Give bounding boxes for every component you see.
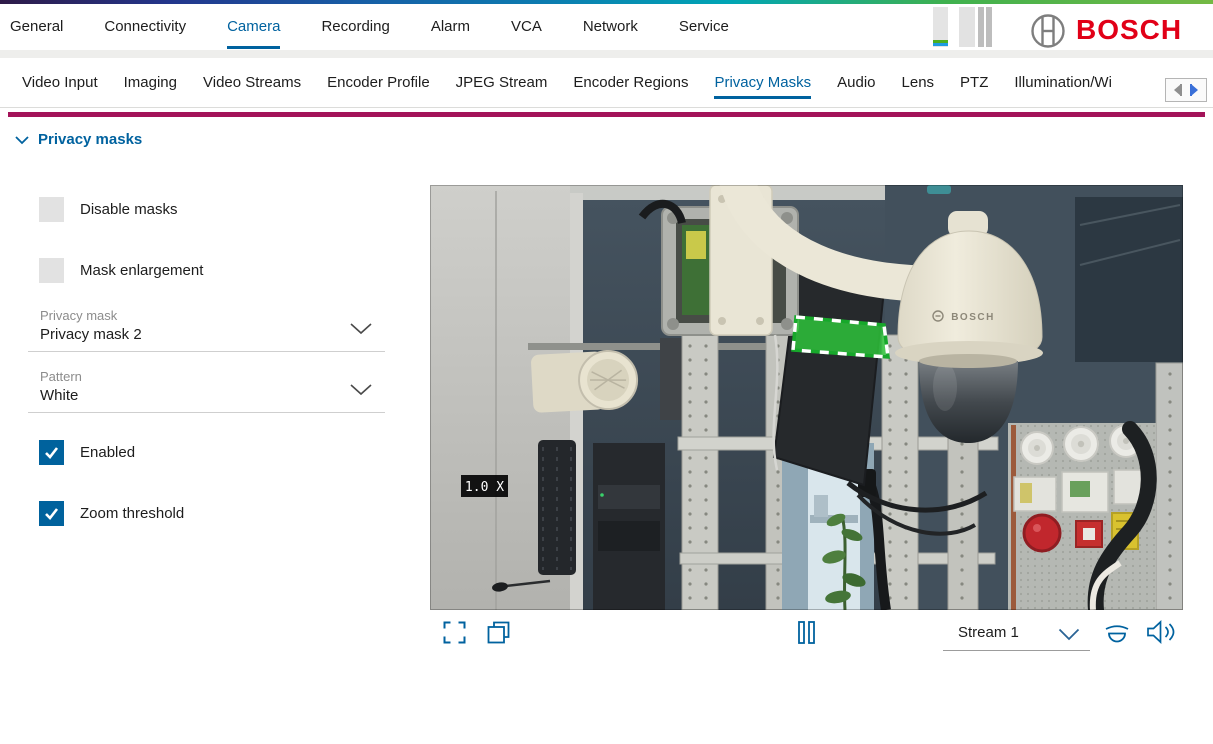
- mask-enlargement-label: Mask enlargement: [80, 262, 203, 279]
- load-bar-4: [986, 7, 992, 47]
- enabled-checkbox[interactable]: [39, 440, 64, 465]
- video-canvas[interactable]: BOSCH 1.0 X: [430, 185, 1183, 610]
- pattern-select-label: Pattern: [40, 369, 385, 384]
- top-nav-network[interactable]: Network: [583, 4, 638, 50]
- bosch-camera-config-page: General Connectivity Camera Recording Al…: [0, 0, 1213, 744]
- tab-scroll-right-icon[interactable]: [1189, 83, 1201, 97]
- zoom-threshold-row: Zoom threshold: [39, 501, 184, 526]
- tab-encoder-profile[interactable]: Encoder Profile: [327, 58, 430, 108]
- load-bar-active: [933, 7, 948, 47]
- section-accent-rule: [8, 112, 1205, 117]
- tab-ptz[interactable]: PTZ: [960, 58, 988, 108]
- header-divider: [0, 50, 1213, 58]
- top-nav-camera[interactable]: Camera: [227, 4, 280, 50]
- dome-camera-icon[interactable]: [1103, 623, 1131, 644]
- chevron-down-icon: [349, 322, 373, 336]
- tab-jpeg-stream[interactable]: JPEG Stream: [456, 58, 548, 108]
- tab-video-streams[interactable]: Video Streams: [203, 58, 301, 108]
- privacy-mask-select-label: Privacy mask: [40, 308, 385, 323]
- top-nav-recording[interactable]: Recording: [321, 4, 389, 50]
- tab-scroller: [1165, 78, 1207, 102]
- camera-brand-label: BOSCH: [951, 312, 995, 323]
- bosch-anchor-logo-icon: [1030, 13, 1066, 49]
- checkmark-icon: [43, 506, 60, 521]
- mask-enlargement-checkbox[interactable]: [39, 258, 64, 283]
- subnav-tabs: Video Input Imaging Video Streams Encode…: [22, 58, 1162, 108]
- tab-encoder-regions[interactable]: Encoder Regions: [573, 58, 688, 108]
- chevron-down-icon: [349, 383, 373, 397]
- tab-privacy-masks[interactable]: Privacy Masks: [714, 58, 811, 108]
- zoom-indicator-text: 1.0 X: [465, 480, 504, 495]
- snapshot-copy-icon[interactable]: [486, 620, 511, 645]
- tab-audio[interactable]: Audio: [837, 58, 875, 108]
- pause-icon[interactable]: [798, 621, 815, 644]
- pattern-select-value: White: [40, 387, 385, 404]
- top-nav-service[interactable]: Service: [679, 4, 729, 50]
- top-nav: General Connectivity Camera Recording Al…: [10, 4, 729, 50]
- load-bar-3: [978, 7, 984, 47]
- speaker-audio-icon[interactable]: [1146, 620, 1176, 644]
- section-title: Privacy masks: [38, 131, 142, 148]
- tab-lens[interactable]: Lens: [902, 58, 935, 108]
- load-bar-2: [959, 7, 975, 47]
- top-nav-connectivity[interactable]: Connectivity: [104, 4, 186, 50]
- electrical-panel: [1008, 423, 1156, 610]
- fullscreen-icon[interactable]: [443, 621, 466, 644]
- tab-scroll-left-icon[interactable]: [1171, 83, 1183, 97]
- enabled-row: Enabled: [39, 440, 135, 465]
- privacy-mask-select[interactable]: Privacy mask Privacy mask 2: [28, 308, 385, 352]
- pattern-select[interactable]: Pattern White: [28, 369, 385, 413]
- bosch-wordmark: BOSCH: [1076, 14, 1182, 46]
- zoom-threshold-checkbox[interactable]: [39, 501, 64, 526]
- privacy-mask-select-value: Privacy mask 2: [40, 326, 385, 343]
- enabled-label: Enabled: [80, 444, 135, 461]
- disable-masks-checkbox[interactable]: [39, 197, 64, 222]
- section-header[interactable]: Privacy masks: [14, 131, 142, 148]
- load-indicator-bars: [933, 7, 995, 47]
- disable-masks-label: Disable masks: [80, 201, 178, 218]
- stream-select-underline: [943, 650, 1090, 651]
- top-nav-vca[interactable]: VCA: [511, 4, 542, 50]
- stream-select[interactable]: Stream 1: [958, 624, 1019, 641]
- tab-imaging[interactable]: Imaging: [124, 58, 177, 108]
- top-header: General Connectivity Camera Recording Al…: [0, 4, 1213, 50]
- video-preview[interactable]: BOSCH 1.0 X: [430, 185, 1183, 610]
- zoom-threshold-label: Zoom threshold: [80, 505, 184, 522]
- privacy-mask-region[interactable]: [793, 317, 888, 357]
- top-nav-alarm[interactable]: Alarm: [431, 4, 470, 50]
- zoom-indicator: 1.0 X: [461, 475, 508, 497]
- tab-illumination[interactable]: Illumination/Wi: [1014, 58, 1112, 108]
- top-nav-general[interactable]: General: [10, 4, 63, 50]
- camera-subnav: Video Input Imaging Video Streams Encode…: [0, 58, 1213, 108]
- stream-select-chevron-icon[interactable]: [1058, 628, 1080, 641]
- checkmark-icon: [43, 445, 60, 460]
- disable-masks-row: Disable masks: [39, 197, 178, 222]
- mask-enlargement-row: Mask enlargement: [39, 258, 203, 283]
- chevron-down-icon: [14, 133, 30, 147]
- tab-video-input[interactable]: Video Input: [22, 58, 98, 108]
- horn-speaker: [531, 350, 639, 413]
